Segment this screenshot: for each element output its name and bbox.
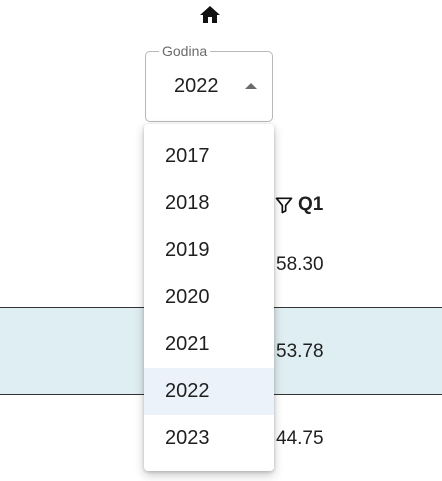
year-select[interactable]: Godina 2022 <box>145 43 273 122</box>
home-icon <box>200 6 220 23</box>
menu-item-2023[interactable]: 2023 <box>144 415 274 462</box>
year-select-value: 2022 <box>174 75 219 97</box>
q1-cell: 58.30 <box>276 254 324 275</box>
menu-item-2017[interactable]: 2017 <box>144 133 274 180</box>
year-dropdown-menu: 2017 2018 2019 2020 2021 2022 2023 <box>144 124 274 471</box>
column-header-q1[interactable]: Q1 <box>274 194 323 216</box>
menu-item-2022[interactable]: 2022 <box>144 368 274 415</box>
q1-cell: 53.78 <box>276 341 324 362</box>
filter-icon[interactable] <box>274 195 294 215</box>
year-select-label: Godina <box>159 43 211 59</box>
menu-item-2018[interactable]: 2018 <box>144 180 274 227</box>
page: Q1 58.30 53.78 44.75 Godina 2022 2017 20… <box>0 0 442 481</box>
menu-item-2021[interactable]: 2021 <box>144 321 274 368</box>
q1-cell: 44.75 <box>276 428 324 449</box>
column-header-label: Q1 <box>298 194 324 215</box>
arrow-up-icon <box>245 83 257 89</box>
menu-item-2019[interactable]: 2019 <box>144 227 274 274</box>
home-button[interactable] <box>196 2 224 28</box>
menu-item-2020[interactable]: 2020 <box>144 274 274 321</box>
